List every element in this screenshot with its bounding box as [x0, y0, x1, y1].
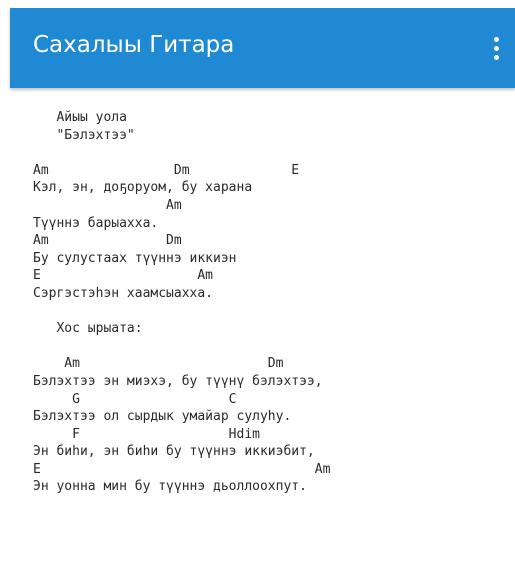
- lyric-line: Сэргэстэһэн хаамсыахха.: [33, 285, 214, 301]
- chord-line: Am: [33, 197, 182, 213]
- chord-line: G C: [33, 391, 237, 407]
- song-subtitle-line: "Бэлэхтээ": [33, 127, 135, 143]
- song-lyrics: Айыы уола "Бэлэхтээ" Am Dm E Кэл, эн, до…: [33, 109, 503, 496]
- chord-line: E Am: [33, 461, 331, 477]
- menu-dot: [493, 54, 499, 60]
- menu-dot: [493, 45, 499, 51]
- lyric-line: Бэлэхтээ ол сырдык умайар сулуһу.: [33, 409, 292, 425]
- lyric-line: Бу сулустаах түүннэ иккиэн: [33, 250, 237, 266]
- lyric-line: Бэлэхтээ эн миэхэ, бу түүнү бэлэхтээ,: [33, 373, 323, 389]
- lyric-line: Түүннэ барыахха.: [33, 215, 159, 231]
- app-title: Сахалыы Гитара: [33, 32, 235, 58]
- chord-line: Am Dm: [33, 233, 182, 249]
- chord-line: E Am: [33, 268, 214, 284]
- song-title-line: Айыы уола: [33, 110, 127, 125]
- app-bar: Сахалыы Гитара: [10, 8, 515, 88]
- chord-line: F Hdim: [33, 426, 260, 442]
- chord-line: Am Dm E: [33, 162, 300, 178]
- chorus-heading: Хос ырыата:: [33, 321, 143, 337]
- more-vertical-icon[interactable]: [477, 26, 515, 70]
- lyric-line: Эн уонна мин бу түүннэ дьоллоохпут.: [33, 479, 307, 495]
- app-screen: Сахалыы Гитара Айыы уола "Бэлэхтээ" Am D…: [0, 0, 515, 576]
- lyric-line: Кэл, эн, доҕоруом, бу харана: [33, 180, 253, 196]
- chord-line: Am Dm: [33, 356, 284, 372]
- lyric-line: Эн биһи, эн биһи бу түүннэ иккиэбит,: [33, 444, 315, 460]
- menu-dot: [493, 36, 499, 42]
